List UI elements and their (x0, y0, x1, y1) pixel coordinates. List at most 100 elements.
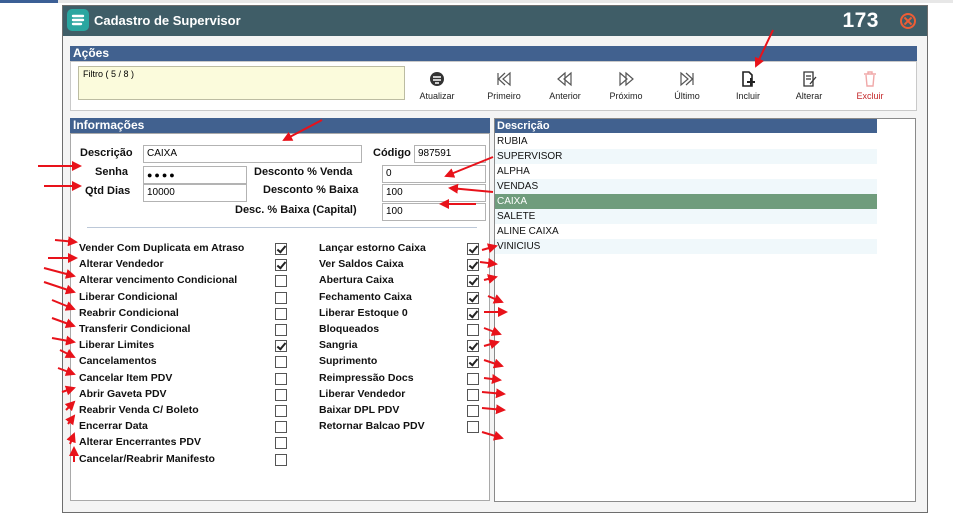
primeiro-button[interactable]: Primeiro (479, 70, 529, 110)
permission-label: Suprimento (319, 355, 378, 368)
permission-checkbox[interactable] (275, 372, 287, 385)
permission-label: Cancelar Item PDV (79, 371, 173, 384)
ultimo-button[interactable]: Último (662, 70, 712, 110)
permission-checkbox[interactable] (275, 259, 287, 272)
permission-checkbox[interactable] (275, 307, 287, 320)
permission-label: Encerrar Data (79, 420, 148, 433)
permission-label: Alterar vencimento Condicional (79, 274, 238, 287)
permission-checkbox[interactable] (275, 437, 287, 450)
incluir-label: Incluir (735, 91, 760, 101)
desconto-venda-input[interactable]: 0 (382, 165, 486, 183)
codigo-input[interactable]: 987591 (414, 145, 486, 163)
desconto-baixa-label: Desconto % Baixa (263, 184, 359, 196)
list-item[interactable]: VINICIUS (495, 239, 877, 254)
permission-checkbox[interactable] (467, 243, 479, 255)
permission-checkbox[interactable] (467, 275, 479, 288)
list-item[interactable]: CAIXA (495, 194, 877, 209)
permission-checkbox[interactable] (467, 405, 479, 417)
list-item[interactable]: ALPHA (495, 164, 877, 179)
permission-checkbox[interactable] (275, 291, 287, 304)
excluir-button[interactable]: Excluir (845, 70, 895, 110)
anterior-label: Anterior (549, 91, 581, 101)
list-item[interactable]: ALINE CAIXA (495, 224, 877, 239)
permission-checkbox[interactable] (467, 307, 479, 320)
permission-label: Baixar DPL PDV (319, 404, 400, 416)
permission-label: Liberar Limites (79, 339, 155, 352)
permission-label: Reabrir Venda C/ Boleto (79, 404, 199, 416)
permission-label: Lançar estorno Caixa (319, 242, 426, 254)
permission-label: Cancelamentos (79, 355, 157, 368)
senha-input[interactable]: ●●●● (143, 166, 247, 184)
permission-label: Sangria (319, 339, 358, 352)
list-item[interactable]: SALETE (495, 209, 877, 224)
permission-checkbox[interactable] (275, 324, 287, 336)
excluir-label: Excluir (856, 91, 884, 101)
desconto-venda-label: Desconto % Venda (254, 166, 353, 178)
permission-checkbox[interactable] (467, 259, 479, 272)
last-record-icon (680, 71, 694, 87)
proximo-button[interactable]: Próximo (601, 70, 651, 110)
filter-text: Filtro ( 5 / 8 ) (83, 69, 135, 79)
alterar-label: Alterar (795, 91, 823, 101)
permission-label: Fechamento Caixa (319, 290, 412, 303)
supervisor-window: Cadastro de Supervisor 173 Ações Filtro … (62, 5, 928, 513)
senha-label: Senha (95, 166, 129, 178)
desconto-baixa-input[interactable]: 100 (382, 184, 486, 202)
desc-baixa-capital-label: Desc. % Baixa (Capital) (235, 204, 357, 216)
permission-label: Bloqueados (319, 323, 380, 335)
top-strip (0, 0, 953, 3)
permission-checkbox[interactable] (275, 356, 287, 369)
list-item[interactable]: VENDAS (495, 179, 877, 194)
permission-checkbox[interactable] (467, 388, 479, 401)
descricao-list-header: Descrição (495, 119, 877, 133)
informacoes-panel: Descrição CAIXA Código 987591 Senha ●●●●… (70, 133, 490, 501)
ultimo-label: Último (674, 91, 700, 101)
permission-checkbox[interactable] (275, 340, 287, 353)
filter-box[interactable]: Filtro ( 5 / 8 ) (78, 66, 405, 100)
acoes-header: Ações (70, 46, 917, 61)
permission-label: Transferir Condicional (79, 323, 191, 335)
permission-checkbox[interactable] (467, 324, 479, 336)
incluir-button[interactable]: Incluir (723, 70, 773, 110)
permission-checkbox[interactable] (467, 356, 479, 369)
list-item[interactable]: SUPERVISOR (495, 149, 877, 164)
window-number: 173 (842, 9, 879, 32)
alterar-button[interactable]: Alterar (784, 70, 834, 110)
app-menu-icon[interactable] (67, 9, 89, 31)
permission-label: Alterar Encerrantes PDV (79, 436, 201, 449)
qtd-dias-input[interactable]: 10000 (143, 184, 247, 202)
anterior-button[interactable]: Anterior (540, 70, 590, 110)
permission-label: Liberar Vendedor (319, 387, 406, 400)
first-record-icon (497, 71, 511, 87)
edit-icon (803, 71, 817, 87)
refresh-icon (430, 72, 444, 86)
top-strip-accent (0, 0, 58, 3)
window-title: Cadastro de Supervisor (94, 13, 241, 28)
permission-checkbox[interactable] (275, 388, 287, 401)
list-item[interactable]: RUBIA (495, 134, 877, 149)
informacoes-header: Informações (70, 118, 490, 133)
descricao-input[interactable]: CAIXA (143, 145, 362, 163)
atualizar-button[interactable]: Atualizar (412, 70, 462, 110)
permission-checkbox[interactable] (275, 405, 287, 417)
permission-checkbox[interactable] (467, 421, 479, 434)
qtd-dias-label: Qtd Dias (85, 185, 131, 197)
codigo-label: Código (373, 147, 411, 159)
descricao-list: Descrição RUBIA SUPERVISOR ALPHA VENDAS CAIX… (494, 118, 916, 502)
permission-checkbox[interactable] (467, 340, 479, 353)
permission-checkbox[interactable] (275, 243, 287, 255)
divider (87, 227, 477, 228)
permission-label: Vender Com Duplicata em Atraso (79, 242, 245, 254)
atualizar-label: Atualizar (419, 91, 455, 101)
permission-checkbox[interactable] (275, 453, 287, 466)
permission-checkbox[interactable] (275, 421, 287, 434)
next-icon (619, 71, 634, 87)
close-icon[interactable] (900, 13, 916, 29)
desc-baixa-capital-input[interactable]: 100 (382, 203, 486, 221)
permission-checkbox[interactable] (467, 291, 479, 304)
permission-label: Cancelar/Reabrir Manifesto (79, 452, 215, 465)
trash-icon (864, 71, 876, 87)
previous-icon (557, 71, 572, 87)
permission-checkbox[interactable] (467, 372, 479, 385)
permission-checkbox[interactable] (275, 275, 287, 288)
